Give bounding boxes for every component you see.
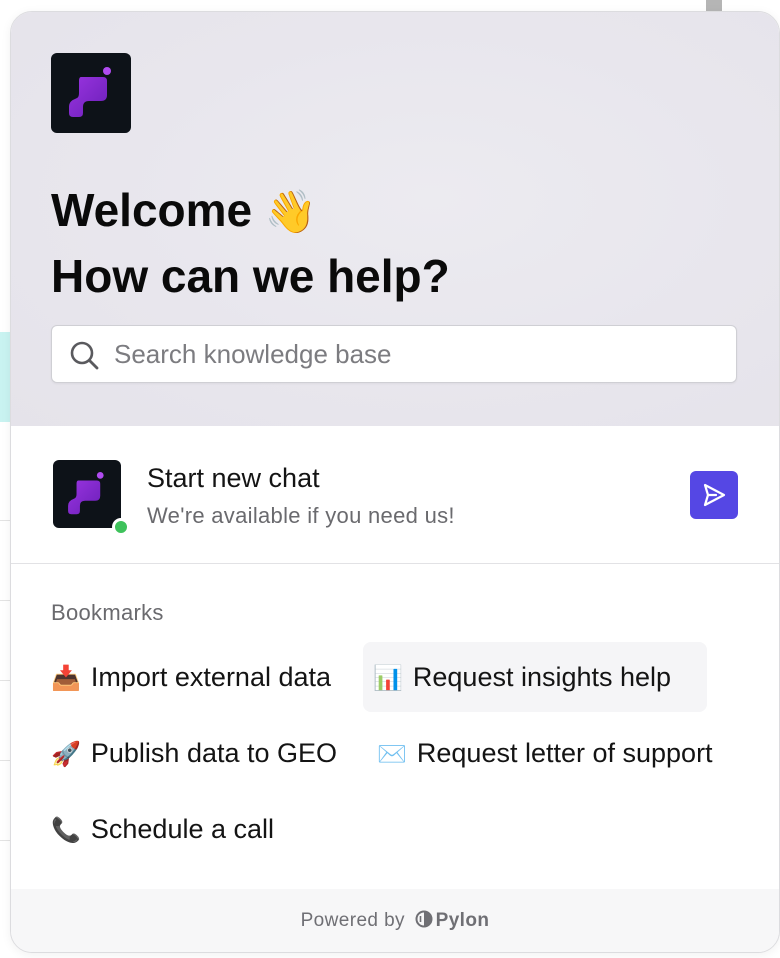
bookmark-label: Schedule a call [90,814,275,844]
send-icon [703,483,726,507]
chat-title: Start new chat [147,463,320,493]
online-status-dot [112,518,130,536]
welcome-heading: Welcome 👋 How can we help? [51,178,651,308]
brand-logo [51,53,131,133]
envelope-icon: ✉️ [377,740,407,768]
welcome-line-1: Welcome [51,184,253,236]
search-icon [70,341,99,370]
chat-avatar [53,460,121,528]
bookmark-request-insights-help[interactable]: 📊 Request insights help [363,642,707,712]
bookmark-schedule-a-call[interactable]: 📞 Schedule a call [41,794,284,864]
help-widget: Welcome 👋 How can we help? Search knowle… [10,11,780,953]
welcome-line-2: How can we help? [51,250,450,302]
rocket-icon: 🚀 [51,740,81,768]
wave-icon: 👋 [264,187,318,236]
search-box[interactable] [51,325,737,383]
bookmark-publish-data-to-geo[interactable]: 🚀 Publish data to GEO [41,718,347,788]
bookmark-label: Request letter of support [416,738,713,768]
chat-subtitle: We're available if you need us! [147,503,455,528]
powered-by-text: Powered by [300,910,405,931]
bookmark-label: Request insights help [412,662,672,692]
powered-by-footer[interactable]: Powered by Pylon [11,889,779,952]
bookmark-request-letter-of-support[interactable]: ✉️ Request letter of support [367,718,723,788]
bar-chart-icon: 📊 [373,664,403,692]
pylon-logo-icon [415,910,433,928]
bookmark-import-external-data[interactable]: 📥 Import external data [41,642,341,712]
telephone-icon: 📞 [51,816,81,844]
pylon-brand: Pylon [435,910,490,931]
welcome-hero: Welcome 👋 How can we help? [11,12,779,426]
brand-logo-icon [69,67,111,117]
bookmarks-heading: Bookmarks [51,600,164,625]
brand-logo-icon [68,472,104,515]
bookmark-label: Import external data [90,662,332,692]
inbox-tray-icon: 📥 [51,664,81,692]
send-button[interactable] [690,471,738,519]
bookmark-label: Publish data to GEO [90,738,338,768]
start-chat-row[interactable]: Start new chat We're available if you ne… [11,426,779,564]
search-input[interactable] [114,326,714,382]
